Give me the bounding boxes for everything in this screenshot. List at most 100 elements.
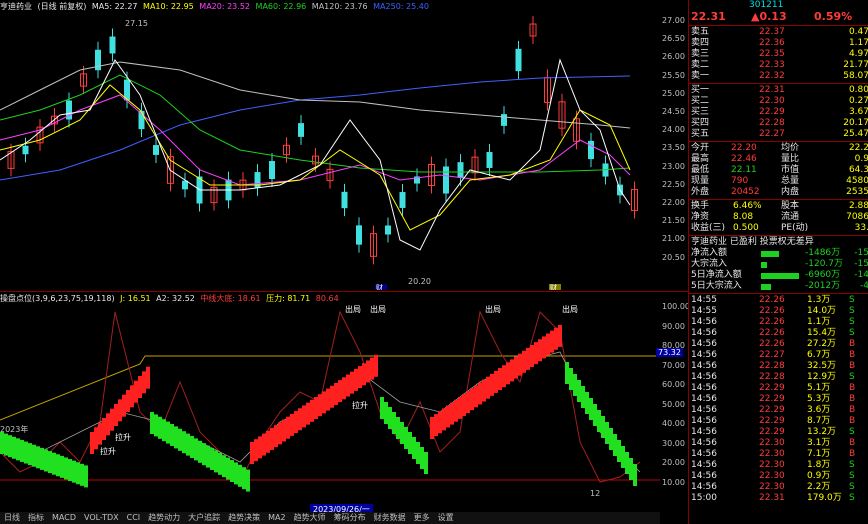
tab-0[interactable]: 日线 [0,512,24,523]
band-segment [518,353,522,376]
tab-13[interactable]: 设置 [434,512,458,523]
band-segment [286,416,290,439]
stat-row: 最高 22.46 量比 0.9 [689,154,868,165]
stat-label-2: 均价 [781,143,800,153]
band-segment [306,402,310,425]
band-segment [434,414,438,437]
tick-volume: 14.0万 [807,306,837,316]
flow-row: 大宗流入 -120.7万 -15 [689,259,868,270]
band-segment [585,392,589,414]
tick-side: S [849,295,855,305]
tick-time: 14:56 [691,328,717,338]
axis-tick: 23.00 [662,161,685,171]
tab-7[interactable]: 趋势决策 [224,512,264,523]
tab-3[interactable]: VOL-TDX [80,513,123,522]
candle [501,114,507,126]
band-segment [597,410,601,432]
stat-label-2: 量比 [781,154,800,164]
stat-label-2: 内盘 [781,187,800,197]
stat-value-2: 0.9 [854,154,868,164]
tick-row: 14:56 22.30 1.8万 S [689,460,868,471]
band-segment [146,366,150,389]
tab-1[interactable]: 指标 [24,512,48,523]
bid-row: 买四 22.28 20.17 [689,118,868,129]
tick-volume: 0.9万 [807,471,831,481]
tab-6[interactable]: 大户追踪 [184,512,224,523]
axis-tick: 25.50 [662,70,685,80]
tab-4[interactable]: CCI [123,513,145,522]
tick-time: 14:56 [691,339,717,349]
band-segment [538,339,542,362]
tab-10[interactable]: 筹码分布 [330,512,370,523]
price-change: ▲0.13 [751,10,787,23]
band-segment [577,380,581,402]
band-segment [605,422,609,444]
bid-volume: 20.17 [843,118,868,128]
band-segment [198,440,202,463]
band-segment [98,422,102,445]
stat-label: 最低 [691,165,710,175]
band-segment [589,398,593,420]
tab-11[interactable]: 财务数据 [370,512,410,523]
stat2-value: 0.500 [733,223,759,233]
tick-price: 22.30 [759,438,785,448]
ask-row: 卖二 22.33 21.77 [689,60,868,71]
tick-price: 22.28 [759,372,785,382]
tab-5[interactable]: 趋势动力 [144,512,184,523]
band-segment [430,417,434,439]
tab-2[interactable]: MACD [48,513,80,522]
band-segment [80,463,84,486]
ma60-value: MA60: 22.96 [255,2,307,11]
candle [457,162,464,178]
candle [385,225,391,235]
stat-label: 最高 [691,154,710,164]
tick-volume: 1.3万 [807,295,831,305]
stat2-label-2: PE(动) [781,223,809,233]
band-segment [4,433,8,456]
candlestick-chart[interactable]: 27.15 20.20 财 财 [0,0,660,290]
tick-side: B [849,449,856,459]
tab-12[interactable]: 更多 [410,512,434,523]
flow-bar [761,273,799,279]
band-segment [482,379,486,402]
ask-price: 22.35 [759,49,785,59]
flow-value: -2012万 [805,281,841,291]
axis-tick: 23.50 [662,143,685,153]
tick-time: 15:00 [691,493,717,503]
tick-side: S [849,372,855,382]
candle [515,48,522,72]
tab-9[interactable]: 趋势大师 [290,512,330,523]
band-segment [32,444,36,467]
bid-price: 22.31 [759,85,785,95]
stat-value: 790 [731,176,749,186]
tick-side: S [849,306,855,316]
tick-price: 22.29 [759,383,785,393]
sub-value-axis: 100.00 90.00 80.00 70.00 60.00 50.00 40.00 30.0… [660,292,690,510]
band-segment [550,330,554,353]
label-out-1: 出局 [345,304,361,314]
ma120-line [0,61,631,129]
indicator-name[interactable]: 操盘点位(3,9,6,23,75,19,118) [0,294,115,303]
bid-label: 买五 [691,129,710,139]
ma20-value: MA20: 23.52 [199,2,250,11]
band-segment [621,446,625,468]
stat-value-2: 4580 [846,176,868,186]
band-segment [613,434,617,456]
stat2-label: 换手 [691,201,710,211]
tick-side: B [849,339,856,349]
stat2-label: 净资 [691,212,710,222]
band-segment [438,411,442,434]
ask-volume: 58.07 [843,71,868,81]
indicator-chart[interactable]: 拉升 拉升 拉升 出局 出局 出局 出局 2023年 12 [0,292,660,510]
band-segment [154,414,158,437]
stat-value: 22.20 [731,143,757,153]
flow-value: -120.7万 [805,259,844,269]
tab-8[interactable]: MA2 [264,513,289,522]
tick-volume: 3.1万 [807,438,831,448]
tick-volume: 1.1万 [807,317,831,327]
tick-list[interactable]: 14:55 22.26 1.3万 S 14:55 22.26 14.0万 S 14:56 22.2… [689,295,868,504]
chart-mode[interactable]: (日线 前复权) [38,2,87,11]
tick-volume: 2.2万 [807,482,831,492]
band-segment [72,460,76,483]
tick-price: 22.26 [759,306,785,316]
